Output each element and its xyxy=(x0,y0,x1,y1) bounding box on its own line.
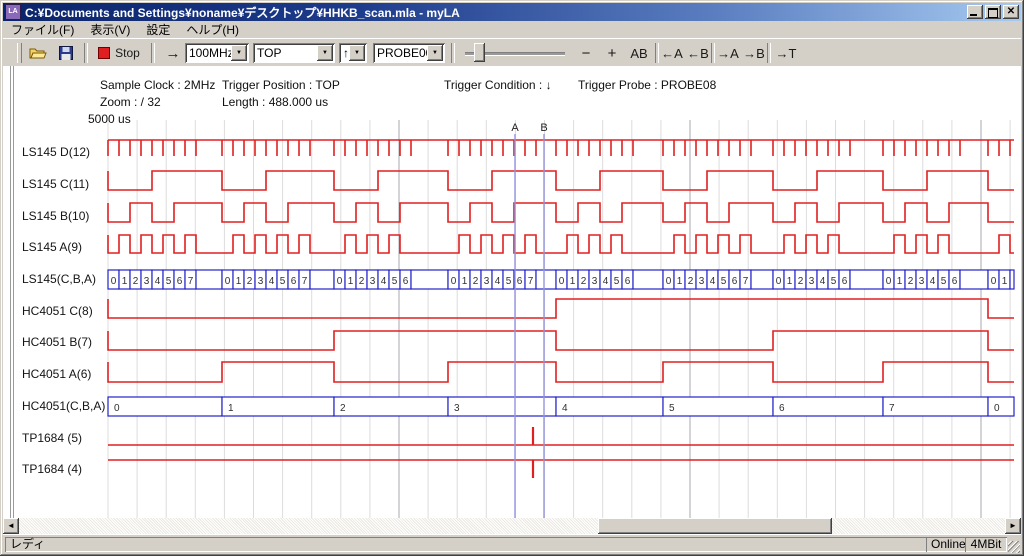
trigger-position-info: Trigger Position : TOP xyxy=(222,78,340,92)
zoom-info: Zoom : / 32 xyxy=(100,95,161,109)
status-bar: レディ Online 4MBit xyxy=(3,534,1021,554)
sample-clock-value: 100MHz xyxy=(185,46,231,60)
trigger-position-value: TOP xyxy=(253,46,317,60)
toolbar-separator xyxy=(451,43,455,63)
scroll-left-icon: ◄ xyxy=(7,521,15,530)
toolbar-separator xyxy=(151,43,155,63)
status-memory-text: 4MBit xyxy=(971,537,1002,551)
goto-trigger-button[interactable]: →T xyxy=(773,42,799,64)
ab-range-button[interactable]: AB xyxy=(625,42,653,64)
goto-cursor-a-button[interactable]: ←A xyxy=(659,42,685,64)
scroll-left-button[interactable]: ◄ xyxy=(3,518,19,534)
set-cursor-a-button[interactable]: →A xyxy=(715,42,741,64)
toolbar: Stop → 100MHz ▼ TOP ▼ ↑ ▼ PROBE00 ▼ − + … xyxy=(3,38,1021,68)
zoom-slider-thumb[interactable] xyxy=(474,43,485,62)
scrollbar-thumb[interactable] xyxy=(598,518,832,534)
set-cursor-b-button[interactable]: →B xyxy=(741,42,767,64)
trigger-probe-combo[interactable]: PROBE00 ▼ xyxy=(373,43,445,63)
close-icon: ✕ xyxy=(1007,6,1015,17)
menu-file[interactable]: ファイル(F) xyxy=(3,20,82,39)
toolbar-separator xyxy=(84,43,88,63)
resize-grip[interactable] xyxy=(1008,541,1020,553)
chevron-down-icon[interactable]: ▼ xyxy=(231,45,247,61)
stop-button[interactable]: Stop xyxy=(92,42,146,64)
trigger-probe-info: Trigger Probe : PROBE08 xyxy=(578,78,716,92)
minimize-icon xyxy=(970,14,977,16)
menu-view[interactable]: 表示(V) xyxy=(82,20,138,39)
menu-settings[interactable]: 設定 xyxy=(138,20,178,39)
status-memory-panel: 4MBit xyxy=(965,537,1007,552)
minimize-button[interactable] xyxy=(967,5,983,19)
status-ready-text: レディ xyxy=(10,537,45,551)
scroll-right-icon: ► xyxy=(1009,521,1017,530)
app-icon: LA xyxy=(5,4,21,20)
save-floppy-icon xyxy=(59,46,73,60)
chevron-down-icon[interactable]: ▼ xyxy=(317,45,333,61)
stop-label: Stop xyxy=(115,46,140,60)
run-button[interactable]: → xyxy=(159,42,187,64)
sample-clock-combo[interactable]: 100MHz ▼ xyxy=(185,43,249,63)
zoom-in-button[interactable]: + xyxy=(601,42,623,64)
window-title: C:¥Documents and Settings¥noname¥デスクトップ¥… xyxy=(25,4,460,21)
waveform-client-area xyxy=(3,66,1021,518)
horizontal-scrollbar[interactable]: ◄ ► xyxy=(3,518,1021,534)
trigger-probe-value: PROBE00 xyxy=(373,46,427,60)
sample-clock-info: Sample Clock : 2MHz xyxy=(100,78,215,92)
maximize-button[interactable] xyxy=(985,5,1001,19)
chevron-down-icon[interactable]: ▼ xyxy=(349,45,365,61)
pane-divider xyxy=(10,66,11,518)
toolbar-grip[interactable] xyxy=(17,43,22,63)
open-folder-icon xyxy=(29,46,47,60)
app-window: LA C:¥Documents and Settings¥noname¥デスクト… xyxy=(0,0,1024,556)
zoom-out-button[interactable]: − xyxy=(575,42,597,64)
title-bar[interactable]: LA C:¥Documents and Settings¥noname¥デスクト… xyxy=(3,3,1021,21)
stop-icon xyxy=(98,47,110,59)
status-online-text: Online xyxy=(931,537,966,551)
trigger-condition-info: Trigger Condition : ↓ xyxy=(444,78,552,92)
menu-help[interactable]: ヘルプ(H) xyxy=(178,20,247,39)
chevron-down-icon[interactable]: ▼ xyxy=(427,45,443,61)
length-info: Length : 488.000 us xyxy=(222,95,328,109)
close-button[interactable]: ✕ xyxy=(1003,5,1019,19)
status-online-panel: Online xyxy=(926,537,966,552)
run-arrow-icon: → xyxy=(166,45,181,62)
menu-bar: ファイル(F) 表示(V) 設定 ヘルプ(H) xyxy=(3,21,1021,38)
maximize-icon xyxy=(988,8,998,18)
goto-cursor-b-button[interactable]: ←B xyxy=(685,42,711,64)
scroll-right-button[interactable]: ► xyxy=(1005,518,1021,534)
save-button[interactable] xyxy=(54,42,78,64)
trigger-edge-combo[interactable]: ↑ ▼ xyxy=(339,43,367,63)
open-file-button[interactable] xyxy=(26,42,50,64)
trigger-position-combo[interactable]: TOP ▼ xyxy=(253,43,335,63)
toolbar-separator xyxy=(767,43,771,63)
trigger-edge-value: ↑ xyxy=(339,46,349,60)
time-scale-label: 5000 us xyxy=(88,112,131,126)
status-message-panel: レディ xyxy=(5,537,927,552)
pane-divider xyxy=(13,66,14,518)
